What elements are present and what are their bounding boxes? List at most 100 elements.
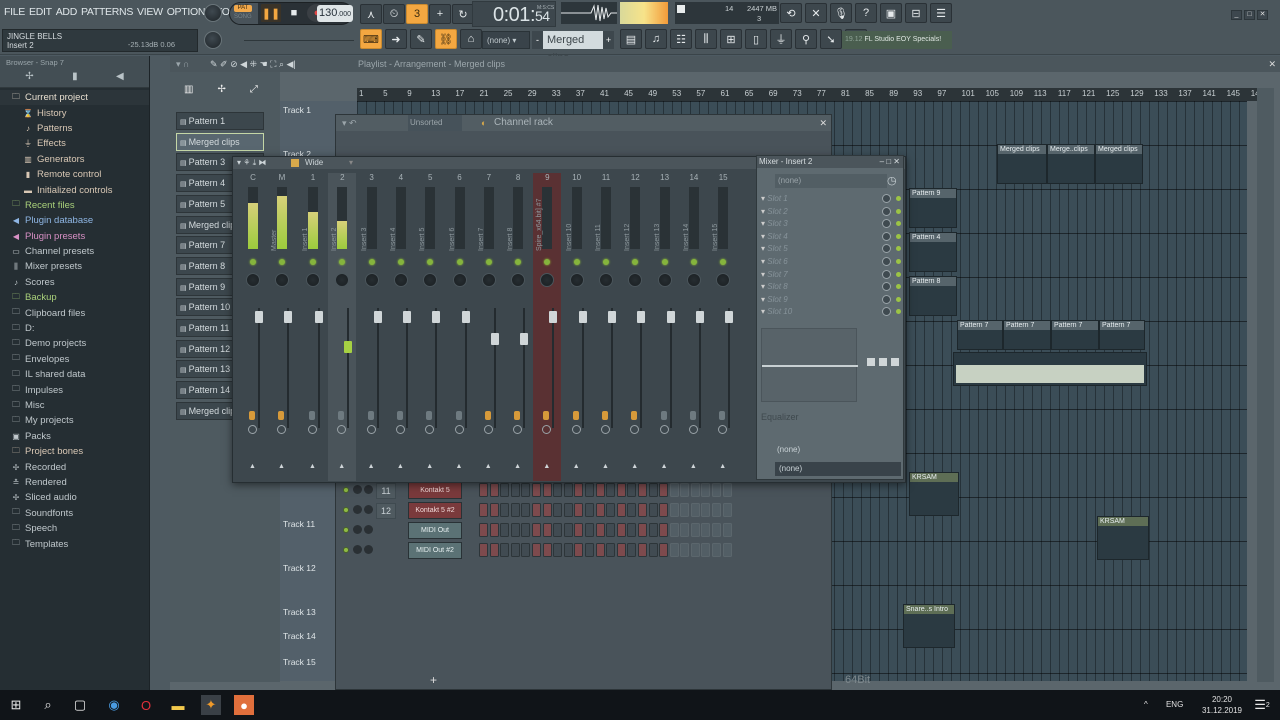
slot-enable-led[interactable] xyxy=(896,296,901,302)
strip-fx-switch[interactable] xyxy=(426,411,433,420)
strip-volume-fader[interactable] xyxy=(578,311,587,323)
strip-clock-icon[interactable] xyxy=(366,425,376,434)
step-button[interactable] xyxy=(637,503,647,517)
strip-fx-switch[interactable] xyxy=(338,411,345,420)
browser-item[interactable]: 🗀 Project bones xyxy=(0,444,149,459)
playlist-clip[interactable]: Merged clips xyxy=(1095,144,1143,184)
eq-graph[interactable] xyxy=(761,328,858,402)
slot-enable-led[interactable] xyxy=(896,284,901,290)
typing-keyboard-icon[interactable]: ⌨ xyxy=(360,29,382,49)
step-button[interactable] xyxy=(521,483,531,497)
step-button[interactable] xyxy=(690,503,700,517)
snap-icon[interactable]: ▾ ∩ xyxy=(176,56,190,72)
step-button[interactable] xyxy=(584,503,594,517)
mixer-strip[interactable]: 1 Insert 1 ▲ xyxy=(299,173,327,481)
strip-fx-switch[interactable] xyxy=(719,411,726,420)
strip-enable-led[interactable] xyxy=(573,259,580,265)
piano-icon[interactable]: ▥ xyxy=(184,84,193,95)
mixer-strip[interactable]: 8 Insert 8 ▲ xyxy=(504,173,532,481)
step-button[interactable] xyxy=(542,543,552,557)
strip-fx-switch[interactable] xyxy=(484,411,491,420)
strip-volume-fader[interactable] xyxy=(695,311,704,323)
step-button[interactable] xyxy=(531,543,541,557)
strip-clock-icon[interactable] xyxy=(601,425,610,434)
strip-enable-led[interactable] xyxy=(720,259,727,265)
step-button[interactable] xyxy=(701,503,711,517)
slot-mix-knob[interactable] xyxy=(882,269,891,279)
step-button[interactable] xyxy=(510,483,520,497)
step-button[interactable] xyxy=(542,503,552,517)
automation-icon[interactable]: ⤢ xyxy=(250,84,258,95)
step-button[interactable] xyxy=(659,503,669,517)
speaker-icon[interactable]: ◀ xyxy=(116,71,124,82)
effect-slot[interactable]: ▾ Slot 4 xyxy=(761,231,901,243)
playlist-clip[interactable]: Pattern 7 xyxy=(1003,320,1051,350)
browser-item[interactable]: 🗀 Templates xyxy=(0,536,149,551)
step-button[interactable] xyxy=(627,543,637,557)
metronome-icon[interactable]: ⋏ xyxy=(360,4,382,24)
channel-mute-led[interactable] xyxy=(343,527,349,533)
pat-song-toggle[interactable]: PAT SONG xyxy=(230,3,258,24)
mixer-strip[interactable]: 7 Insert 7 ▲ xyxy=(475,173,503,481)
tempo-display[interactable]: 130.000 xyxy=(317,5,353,22)
menu-add[interactable]: ADD xyxy=(56,6,78,22)
slot-mix-knob[interactable] xyxy=(882,282,891,292)
channel-volume-knob[interactable] xyxy=(353,485,362,494)
playlist-clip[interactable]: Snare..s Intro xyxy=(903,604,955,648)
strip-enable-led[interactable] xyxy=(368,259,375,265)
channel-name-button[interactable]: Kontakt 5 #2 xyxy=(408,502,462,519)
mixer-strip[interactable]: 9 Spire_x64.bit] #7 ▲ xyxy=(533,173,562,481)
menu-file[interactable]: FILE xyxy=(4,6,25,22)
document-icon[interactable]: ▮ xyxy=(72,71,78,82)
step-button[interactable] xyxy=(510,503,520,517)
menu-patterns[interactable]: PATTERNS xyxy=(81,6,133,22)
strip-clock-icon[interactable] xyxy=(277,425,286,434)
mixer-strip[interactable]: 3 Insert 3 ▲ xyxy=(358,173,386,481)
step-button[interactable] xyxy=(722,483,732,497)
browser-item[interactable]: ⏚ Effects xyxy=(0,136,149,151)
piano-roll-icon[interactable]: ♫ xyxy=(645,29,667,49)
pattern-item[interactable]: ▤ Merged clips xyxy=(176,132,264,151)
route-arrow-icon[interactable]: ▲ xyxy=(573,463,580,470)
strip-volume-fader[interactable] xyxy=(608,311,616,323)
route-arrow-icon[interactable]: ▲ xyxy=(249,463,256,470)
strip-enable-led[interactable] xyxy=(397,259,404,265)
step-button[interactable] xyxy=(606,483,616,497)
step-button[interactable] xyxy=(680,483,690,497)
strip-pan-knob[interactable] xyxy=(364,273,379,287)
step-button[interactable] xyxy=(553,483,563,497)
channel-pan-knob[interactable] xyxy=(364,505,373,514)
playlist-scrollbar[interactable] xyxy=(1257,88,1274,682)
master-pitch-slider[interactable] xyxy=(244,40,354,41)
main-volume-knob[interactable] xyxy=(204,4,222,22)
track-header[interactable]: Track 11 xyxy=(283,519,315,529)
browser-item[interactable]: ♪ Patterns xyxy=(0,121,149,136)
prev-pattern-button[interactable]: - xyxy=(532,31,543,49)
step-button[interactable] xyxy=(563,483,573,497)
clock[interactable]: 20:20 31.12.2019 xyxy=(1202,694,1242,716)
browser-item[interactable]: 🗀 Impulses xyxy=(0,382,149,397)
step-button[interactable] xyxy=(637,523,647,537)
project-info-icon[interactable]: ▯ xyxy=(745,29,767,49)
help-icon[interactable]: ? xyxy=(855,3,877,23)
slot-enable-led[interactable] xyxy=(896,309,901,315)
undo-icon[interactable]: ⟲ xyxy=(780,3,802,23)
step-button[interactable] xyxy=(680,543,690,557)
minimize-button[interactable]: _ xyxy=(1231,10,1242,20)
playlist-clip[interactable]: Merge..clips xyxy=(1047,144,1095,184)
step-button[interactable] xyxy=(669,543,679,557)
group-selector[interactable]: Unsorted xyxy=(408,115,462,131)
step-button[interactable] xyxy=(659,523,669,537)
browser-item[interactable]: 🗀 Clipboard files xyxy=(0,305,149,320)
mixer-strip[interactable]: 2 Insert 2 ▲ xyxy=(328,173,357,481)
mixer-strip[interactable]: 14 Insert 14 ▲ xyxy=(680,173,708,481)
slot-mix-knob[interactable] xyxy=(882,206,891,216)
save-icon[interactable]: ▣ xyxy=(880,3,902,23)
strip-fx-switch[interactable] xyxy=(572,411,579,420)
next-pattern-button[interactable]: + xyxy=(603,31,614,49)
insert-window-controls[interactable]: ‒ □ ✕ xyxy=(880,156,900,168)
channel-volume-knob[interactable] xyxy=(353,525,362,534)
playlist-close-icon[interactable]: ✕ xyxy=(1268,56,1276,72)
strip-pan-knob[interactable] xyxy=(628,273,643,287)
eq-band-sliders[interactable] xyxy=(865,328,901,402)
